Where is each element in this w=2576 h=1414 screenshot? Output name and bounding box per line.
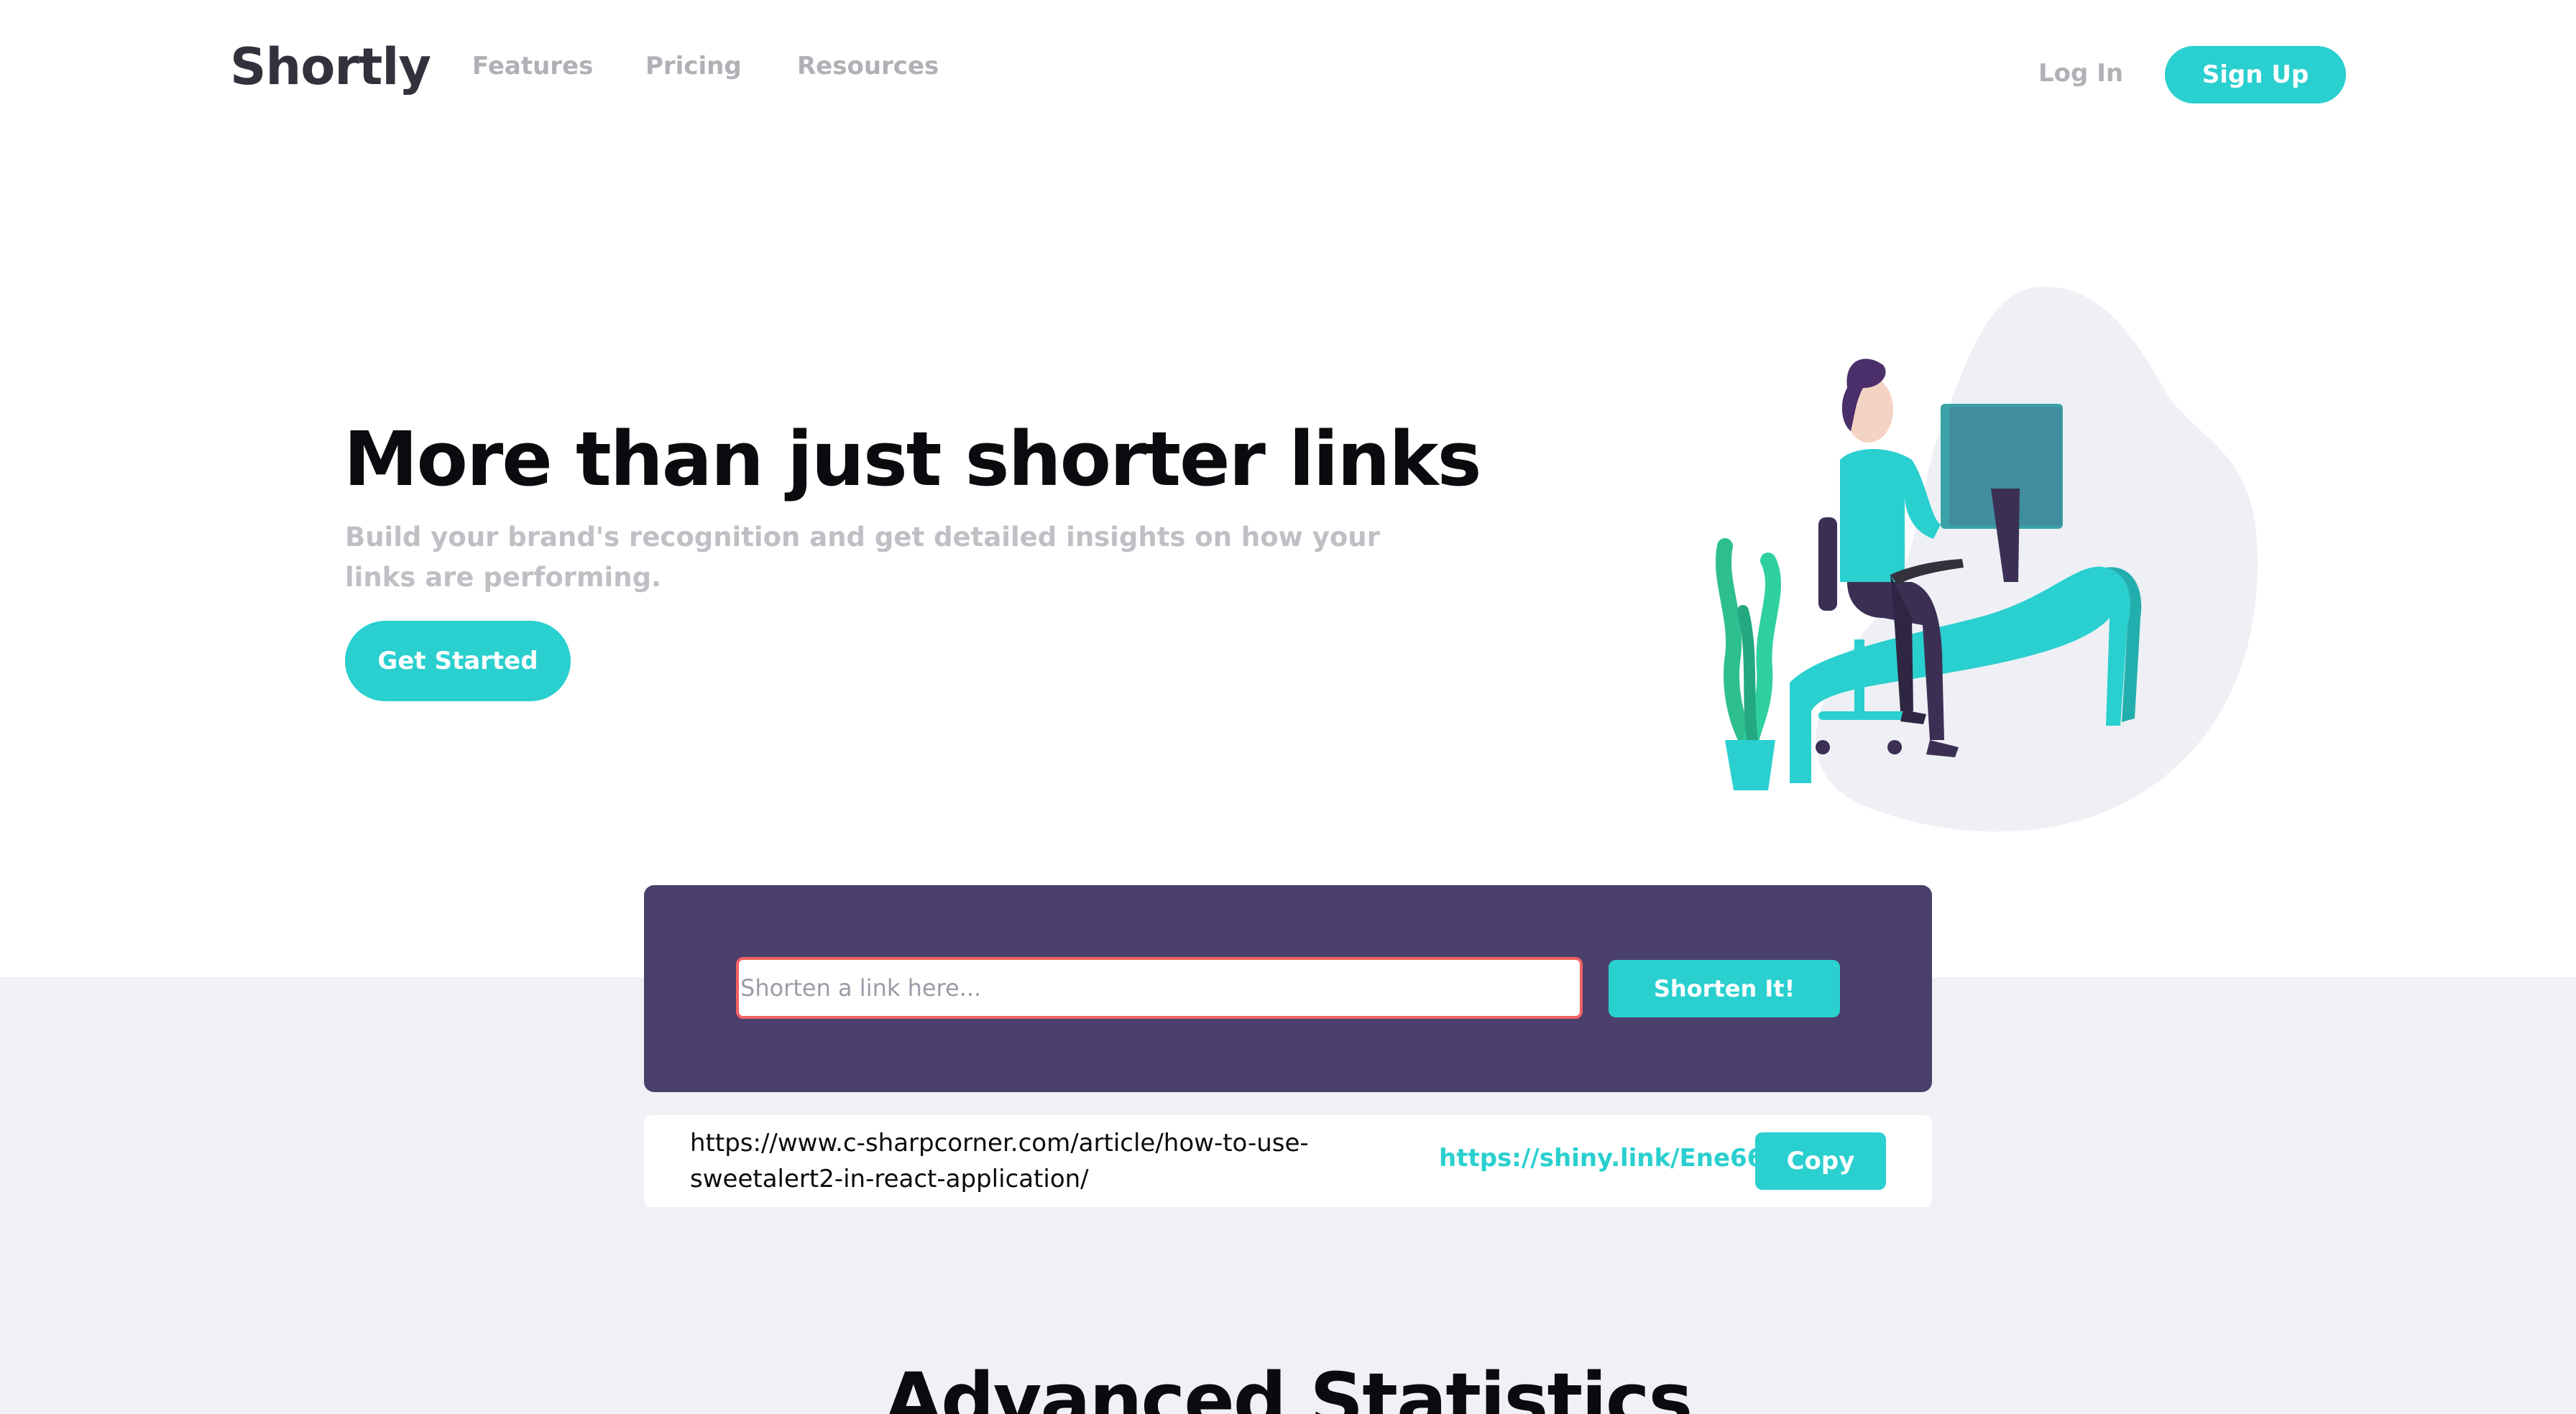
- short-url[interactable]: https://shiny.link/Ene66X: [1439, 1144, 1783, 1173]
- person-working-illustration: [1715, 287, 2258, 832]
- hero-subtitle: Build your brand's recognition and get d…: [345, 522, 1380, 593]
- copy-button[interactable]: Copy: [1755, 1132, 1886, 1190]
- shorten-input[interactable]: [736, 957, 1583, 1019]
- nav-pricing[interactable]: Pricing: [645, 52, 742, 80]
- original-url: https://www.c-sharpcorner.com/article/ho…: [690, 1129, 1309, 1193]
- nav-resources[interactable]: Resources: [797, 52, 939, 80]
- shortened-link-result: https://www.c-sharpcorner.com/article/ho…: [644, 1115, 1932, 1207]
- header: Shortly Features Pricing Resources Log I…: [0, 0, 2576, 144]
- section-title: Advanced Statistics: [884, 1357, 1693, 1414]
- signup-button[interactable]: Sign Up: [2165, 46, 2346, 103]
- page: Shortly Features Pricing Resources Log I…: [0, 0, 2576, 1414]
- hero-title: More than just shorter links: [344, 415, 1481, 503]
- login-link[interactable]: Log In: [2038, 59, 2123, 88]
- shorten-button[interactable]: Shorten It!: [1609, 960, 1840, 1017]
- get-started-button[interactable]: Get Started: [345, 621, 571, 701]
- shorten-form: Shorten It!: [644, 885, 1932, 1092]
- nav-features[interactable]: Features: [472, 52, 593, 80]
- logo[interactable]: Shortly: [230, 37, 431, 96]
